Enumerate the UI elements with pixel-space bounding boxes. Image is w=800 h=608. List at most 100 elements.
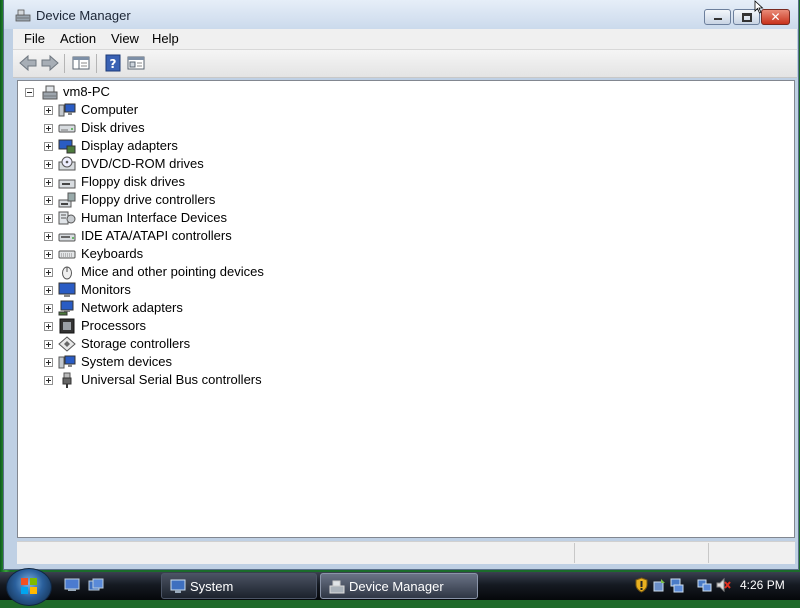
keyboard-icon bbox=[58, 246, 76, 262]
taskbar-button-system[interactable]: System bbox=[161, 573, 317, 599]
tree-item-system-devices[interactable]: System devices bbox=[44, 353, 344, 371]
tree-item-floppy-drive-controllers[interactable]: Floppy drive controllers bbox=[44, 191, 344, 209]
expand-icon[interactable] bbox=[44, 358, 53, 367]
menu-view[interactable]: View bbox=[111, 31, 139, 46]
tree-item-label: Universal Serial Bus controllers bbox=[81, 372, 262, 387]
collapse-icon[interactable] bbox=[25, 88, 34, 97]
volume-muted-icon[interactable] bbox=[716, 577, 731, 593]
expand-icon[interactable] bbox=[44, 322, 53, 331]
expand-icon[interactable] bbox=[44, 304, 53, 313]
back-icon[interactable] bbox=[18, 54, 38, 72]
tree-item-computer[interactable]: Computer bbox=[44, 101, 344, 119]
tree-item-usb-controllers[interactable]: Universal Serial Bus controllers bbox=[44, 371, 344, 389]
processor-icon bbox=[58, 318, 76, 334]
expand-icon[interactable] bbox=[44, 214, 53, 223]
tree-item-processors[interactable]: Processors bbox=[44, 317, 344, 335]
tree-item-keyboards[interactable]: Keyboards bbox=[44, 245, 344, 263]
tree-item-label: Disk drives bbox=[81, 120, 145, 135]
tree-item-label: Computer bbox=[81, 102, 139, 117]
menu-file[interactable]: File bbox=[24, 31, 45, 46]
tree-item-ide-controllers[interactable]: IDE ATA/ATAPI controllers bbox=[44, 227, 344, 245]
help-icon[interactable]: ? bbox=[103, 54, 123, 72]
forward-icon[interactable] bbox=[40, 54, 60, 72]
tree-item-label: Network adapters bbox=[81, 300, 183, 315]
storage-controller-icon bbox=[58, 336, 76, 352]
tree-item-mice[interactable]: Mice and other pointing devices bbox=[44, 263, 344, 281]
device-tree[interactable]: vm8-PC Computer Disk drives Display adap… bbox=[17, 80, 795, 538]
show-hide-tree-icon[interactable] bbox=[71, 54, 91, 72]
status-pane bbox=[574, 543, 708, 563]
expand-icon[interactable] bbox=[44, 232, 53, 241]
display-adapter-icon bbox=[58, 138, 76, 154]
tree-item-storage-controllers[interactable]: Storage controllers bbox=[44, 335, 344, 353]
hid-icon bbox=[58, 210, 76, 226]
expand-icon[interactable] bbox=[44, 376, 53, 385]
tree-item-label: System devices bbox=[81, 354, 173, 369]
taskbar-button-label: System bbox=[190, 579, 234, 594]
system-icon bbox=[170, 579, 186, 594]
windows-defender-icon[interactable] bbox=[652, 577, 667, 593]
close-button[interactable]: ✕ bbox=[761, 9, 790, 25]
properties-icon[interactable] bbox=[126, 54, 146, 72]
tree-item-display-adapters[interactable]: Display adapters bbox=[44, 137, 344, 155]
taskbar: System Device Manager 4:26 PM bbox=[0, 568, 800, 606]
expand-icon[interactable] bbox=[44, 196, 53, 205]
device-manager-icon bbox=[15, 8, 31, 22]
tree-item-floppy-disk-drives[interactable]: Floppy disk drives bbox=[44, 173, 344, 191]
floppy-controller-icon bbox=[58, 192, 76, 208]
computer-network-icon bbox=[41, 84, 59, 100]
expand-icon[interactable] bbox=[44, 250, 53, 259]
tree-item-label: IDE ATA/ATAPI controllers bbox=[81, 228, 232, 243]
system-devices-icon bbox=[58, 354, 76, 370]
taskbar-button-device-manager[interactable]: Device Manager bbox=[320, 573, 478, 599]
expand-icon[interactable] bbox=[44, 268, 53, 277]
device-manager-icon bbox=[329, 579, 345, 594]
expand-icon[interactable] bbox=[44, 124, 53, 133]
ide-controller-icon bbox=[58, 228, 76, 244]
status-bar bbox=[17, 541, 795, 564]
network-status-icon[interactable] bbox=[669, 577, 684, 593]
start-button[interactable] bbox=[6, 568, 52, 606]
tree-item-network-adapters[interactable]: Network adapters bbox=[44, 299, 344, 317]
tree-item-human-interface-devices[interactable]: Human Interface Devices bbox=[44, 209, 344, 227]
switch-windows-icon[interactable] bbox=[88, 578, 104, 592]
tree-root-label: vm8-PC bbox=[63, 84, 110, 99]
tree-item-label: DVD/CD-ROM drives bbox=[81, 156, 204, 171]
expand-icon[interactable] bbox=[44, 106, 53, 115]
minimize-button[interactable] bbox=[704, 9, 731, 25]
expand-icon[interactable] bbox=[44, 160, 53, 169]
tree-item-label: Mice and other pointing devices bbox=[81, 264, 264, 279]
expand-icon[interactable] bbox=[44, 340, 53, 349]
toolbar-separator bbox=[64, 54, 65, 73]
tree-item-label: Storage controllers bbox=[81, 336, 191, 351]
computer-icon bbox=[58, 102, 76, 118]
show-desktop-icon[interactable] bbox=[64, 578, 80, 592]
tree-item-label: Keyboards bbox=[81, 246, 144, 261]
tree-item-label: Floppy disk drives bbox=[81, 174, 186, 189]
menu-action[interactable]: Action bbox=[60, 31, 96, 46]
system-clock[interactable]: 4:26 PM bbox=[740, 578, 785, 592]
disk-drive-icon bbox=[58, 120, 76, 136]
taskbar-button-label: Device Manager bbox=[349, 579, 444, 594]
close-icon: ✕ bbox=[770, 10, 781, 24]
tree-item-dvd-drives[interactable]: DVD/CD-ROM drives bbox=[44, 155, 344, 173]
usb-icon bbox=[58, 372, 76, 388]
network-adapter-icon bbox=[58, 300, 76, 316]
network-connection-icon[interactable] bbox=[697, 577, 712, 593]
tree-item-disk-drives[interactable]: Disk drives bbox=[44, 119, 344, 137]
menu-bar: File Action View Help bbox=[13, 29, 797, 50]
mouse-icon bbox=[58, 264, 76, 280]
security-shield-icon[interactable] bbox=[634, 577, 649, 593]
title-bar[interactable]: Device Manager ✕ bbox=[4, 0, 798, 29]
window-title: Device Manager bbox=[36, 8, 131, 23]
tree-item-label: Processors bbox=[81, 318, 147, 333]
tree-item-label: Monitors bbox=[81, 282, 131, 297]
toolbar-separator bbox=[96, 54, 97, 73]
menu-help[interactable]: Help bbox=[152, 31, 179, 46]
tree-root[interactable]: vm8-PC bbox=[24, 83, 224, 101]
expand-icon[interactable] bbox=[44, 286, 53, 295]
tree-item-monitors[interactable]: Monitors bbox=[44, 281, 344, 299]
expand-icon[interactable] bbox=[44, 142, 53, 151]
svg-text:?: ? bbox=[110, 57, 117, 71]
expand-icon[interactable] bbox=[44, 178, 53, 187]
